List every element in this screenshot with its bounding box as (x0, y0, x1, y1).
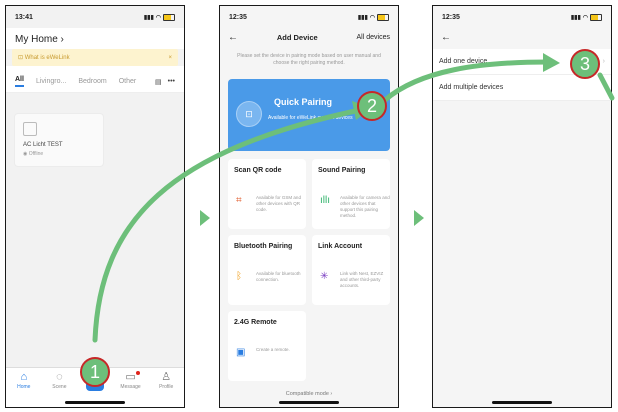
scene-icon: ◌ (56, 371, 63, 383)
card-desc: Available for GSM and other devices with… (256, 195, 301, 212)
banner-text: What is eWeLink (24, 55, 70, 61)
card-title: Sound Pairing (318, 167, 366, 174)
more-icon[interactable]: ••• (168, 78, 175, 86)
nav-profile[interactable]: ♙ Profile (151, 371, 181, 390)
device-thumbnail (23, 122, 37, 136)
next-step-arrow (414, 210, 424, 226)
card-desc: Available for camera and other devices t… (340, 195, 390, 218)
link-account-icon: ✳ (320, 271, 329, 282)
sound-wave-icon: ıllı (320, 195, 330, 206)
phone-screen-home: 13:41 ▮▮▮ ◠ My Home › ⊡ What is eWeLink ×… (5, 5, 185, 408)
step-badge-2: 2 (357, 91, 387, 121)
card-title: Scan QR code (234, 167, 282, 174)
chevron-right-icon: › (602, 58, 605, 65)
card-title: 2.4G Remote (234, 319, 277, 326)
card-title: Link Account (318, 243, 363, 250)
pairing-methods: Scan QR code ⌗ Available for GSM and oth… (228, 159, 390, 381)
device-status: ◉ Offline (23, 151, 44, 157)
phone-screen-add-device: 12:35 ▮▮▮ ◠ ← Add Device All devices Plea… (219, 5, 399, 408)
step-badge-3: 3 (570, 49, 600, 79)
card-desc: Link with Nest, EZVIZ and other third-pa… (340, 271, 384, 288)
room-tabs: All Livingro... Bedroom Other ▤ ••• (6, 66, 184, 93)
home-indicator (279, 401, 339, 404)
nav-scene[interactable]: ◌ Scene (44, 371, 74, 390)
message-icon: ▭ (125, 371, 136, 383)
tab-other[interactable]: Other (119, 78, 137, 85)
status-time: 12:35 (442, 13, 460, 21)
quick-pairing-subtitle: Available for eWeLink support devices (268, 115, 353, 121)
add-device-header: ← Add Device All devices (220, 28, 398, 49)
home-title[interactable]: My Home › (6, 28, 184, 49)
bluetooth-icon: ᛒ (236, 271, 242, 282)
remote-icon: ▣ (236, 347, 246, 358)
card-desc: Available for bluetooth connection. (256, 271, 301, 282)
scan-qr-card[interactable]: Scan QR code ⌗ Available for GSM and oth… (228, 159, 306, 229)
card-title: Bluetooth Pairing (234, 243, 293, 250)
next-step-arrow (200, 210, 210, 226)
wifi-device-icon: ⊡ (236, 101, 262, 127)
info-icon: ⊡ (18, 55, 25, 61)
tab-all[interactable]: All (15, 76, 24, 87)
status-icons: ▮▮▮ ◠ (144, 13, 175, 21)
status-bar: 12:35 ▮▮▮ ◠ (433, 6, 611, 28)
all-devices-link[interactable]: All devices (357, 34, 390, 41)
tab-bedroom[interactable]: Bedroom (78, 78, 106, 85)
sound-pairing-card[interactable]: Sound Pairing ıllı Available for camera … (312, 159, 390, 229)
bluetooth-pairing-card[interactable]: Bluetooth Pairing ᛒ Available for blueto… (228, 235, 306, 305)
status-bar: 12:35 ▮▮▮ ◠ (220, 6, 398, 28)
step-badge-1: 1 (80, 357, 110, 387)
remote-2-4g-card[interactable]: 2.4G Remote ▣ Create a remote. (228, 311, 306, 381)
status-bar: 13:41 ▮▮▮ ◠ (6, 6, 184, 28)
ewelink-banner[interactable]: ⊡ What is eWeLink × (12, 49, 178, 66)
status-time: 13:41 (15, 13, 33, 21)
page-title: Add Device (276, 33, 318, 42)
status-icons: ▮▮▮ ◠ (358, 13, 389, 21)
quick-pairing-title: Quick Pairing (274, 97, 333, 107)
nav-home[interactable]: ⌂ Home (9, 371, 39, 390)
qr-scan-icon: ⌗ (236, 195, 242, 206)
link-account-card[interactable]: Link Account ✳ Link with Nest, EZVIZ and… (312, 235, 390, 305)
status-icons: ▮▮▮ ◠ (571, 13, 602, 21)
device-card[interactable]: AC Licht TEST ◉ Offline (14, 113, 104, 167)
card-desc: Create a remote. (256, 347, 290, 352)
compatible-mode-link[interactable]: Compatible mode › (220, 391, 398, 397)
home-icon: ⌂ (20, 371, 28, 383)
tab-livingroom[interactable]: Livingro... (36, 78, 66, 85)
device-name: AC Licht TEST (23, 142, 63, 148)
list-icon[interactable]: ▤ (155, 78, 162, 86)
nav-message[interactable]: ▭ Message (116, 371, 146, 390)
close-icon[interactable]: × (168, 55, 172, 61)
notification-dot (135, 371, 140, 375)
status-time: 12:35 (229, 13, 247, 21)
back-arrow-icon[interactable]: ← (433, 28, 611, 49)
pairing-hint: Please set the device in pairing mode ba… (237, 53, 381, 66)
back-arrow-icon[interactable]: ← (228, 32, 238, 43)
profile-icon: ♙ (161, 371, 172, 383)
home-indicator (492, 401, 552, 404)
home-indicator (65, 401, 125, 404)
